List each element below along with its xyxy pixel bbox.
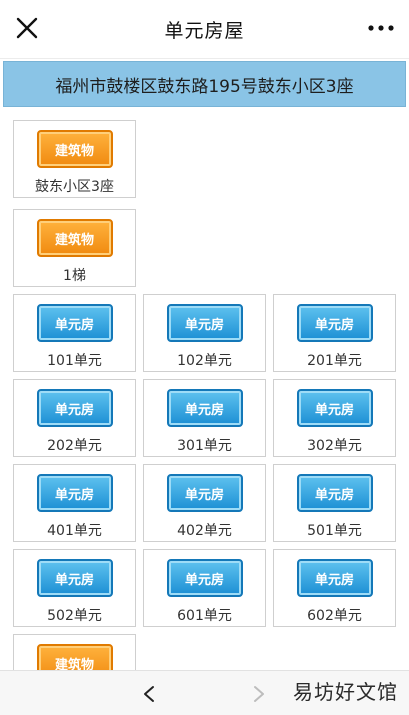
unit-card[interactable]: 单元房 401单元 bbox=[13, 464, 136, 542]
card-label: 601单元 bbox=[177, 608, 232, 624]
chevron-left-icon[interactable] bbox=[142, 685, 156, 703]
card-label: 401单元 bbox=[47, 523, 102, 539]
building-card[interactable]: 建筑物 bbox=[13, 634, 136, 670]
building-badge: 建筑物 bbox=[36, 219, 113, 257]
unit-badge: 单元房 bbox=[296, 304, 373, 342]
unit-card[interactable]: 单元房 501单元 bbox=[273, 464, 396, 542]
building-card[interactable]: 建筑物 1梯 bbox=[13, 209, 136, 287]
unit-badge: 单元房 bbox=[296, 389, 373, 427]
unit-badge: 单元房 bbox=[166, 559, 243, 597]
card-label: 402单元 bbox=[177, 523, 232, 539]
unit-card[interactable]: 单元房 601单元 bbox=[143, 549, 266, 627]
unit-card[interactable]: 单元房 201单元 bbox=[273, 294, 396, 372]
unit-badge: 单元房 bbox=[296, 559, 373, 597]
building-card[interactable]: 建筑物 鼓东小区3座 bbox=[13, 120, 136, 198]
building-badge: 建筑物 bbox=[36, 644, 113, 670]
card-label: 301单元 bbox=[177, 438, 232, 454]
unit-card[interactable]: 单元房 402单元 bbox=[143, 464, 266, 542]
address-banner: 福州市鼓楼区鼓东路195号鼓东小区3座 bbox=[3, 61, 406, 107]
unit-card[interactable]: 单元房 102单元 bbox=[143, 294, 266, 372]
card-label: 202单元 bbox=[47, 438, 102, 454]
unit-badge: 单元房 bbox=[36, 474, 113, 512]
card-label: 102单元 bbox=[177, 353, 232, 369]
top-bar: 单元房屋 bbox=[0, 0, 409, 59]
unit-card[interactable]: 单元房 302单元 bbox=[273, 379, 396, 457]
card-label: 502单元 bbox=[47, 608, 102, 624]
watermark: 易坊好文馆 bbox=[293, 679, 398, 704]
unit-badge: 单元房 bbox=[36, 559, 113, 597]
unit-card[interactable]: 单元房 301单元 bbox=[143, 379, 266, 457]
unit-badge: 单元房 bbox=[36, 389, 113, 427]
unit-badge: 单元房 bbox=[36, 304, 113, 342]
unit-badge: 单元房 bbox=[166, 389, 243, 427]
card-label: 602单元 bbox=[307, 608, 362, 624]
unit-badge: 单元房 bbox=[166, 304, 243, 342]
unit-card[interactable]: 单元房 602单元 bbox=[273, 549, 396, 627]
card-label: 201单元 bbox=[307, 353, 362, 369]
unit-badge: 单元房 bbox=[166, 474, 243, 512]
more-icon[interactable] bbox=[367, 20, 395, 36]
card-label: 鼓东小区3座 bbox=[35, 179, 114, 195]
unit-card[interactable]: 单元房 101单元 bbox=[13, 294, 136, 372]
card-label: 101单元 bbox=[47, 353, 102, 369]
unit-card[interactable]: 单元房 502单元 bbox=[13, 549, 136, 627]
card-label: 1梯 bbox=[63, 268, 86, 284]
card-label: 302单元 bbox=[307, 438, 362, 454]
unit-card[interactable]: 单元房 202单元 bbox=[13, 379, 136, 457]
building-badge: 建筑物 bbox=[36, 130, 113, 168]
card-label: 501单元 bbox=[307, 523, 362, 539]
unit-badge: 单元房 bbox=[296, 474, 373, 512]
page-title: 单元房屋 bbox=[164, 20, 245, 42]
